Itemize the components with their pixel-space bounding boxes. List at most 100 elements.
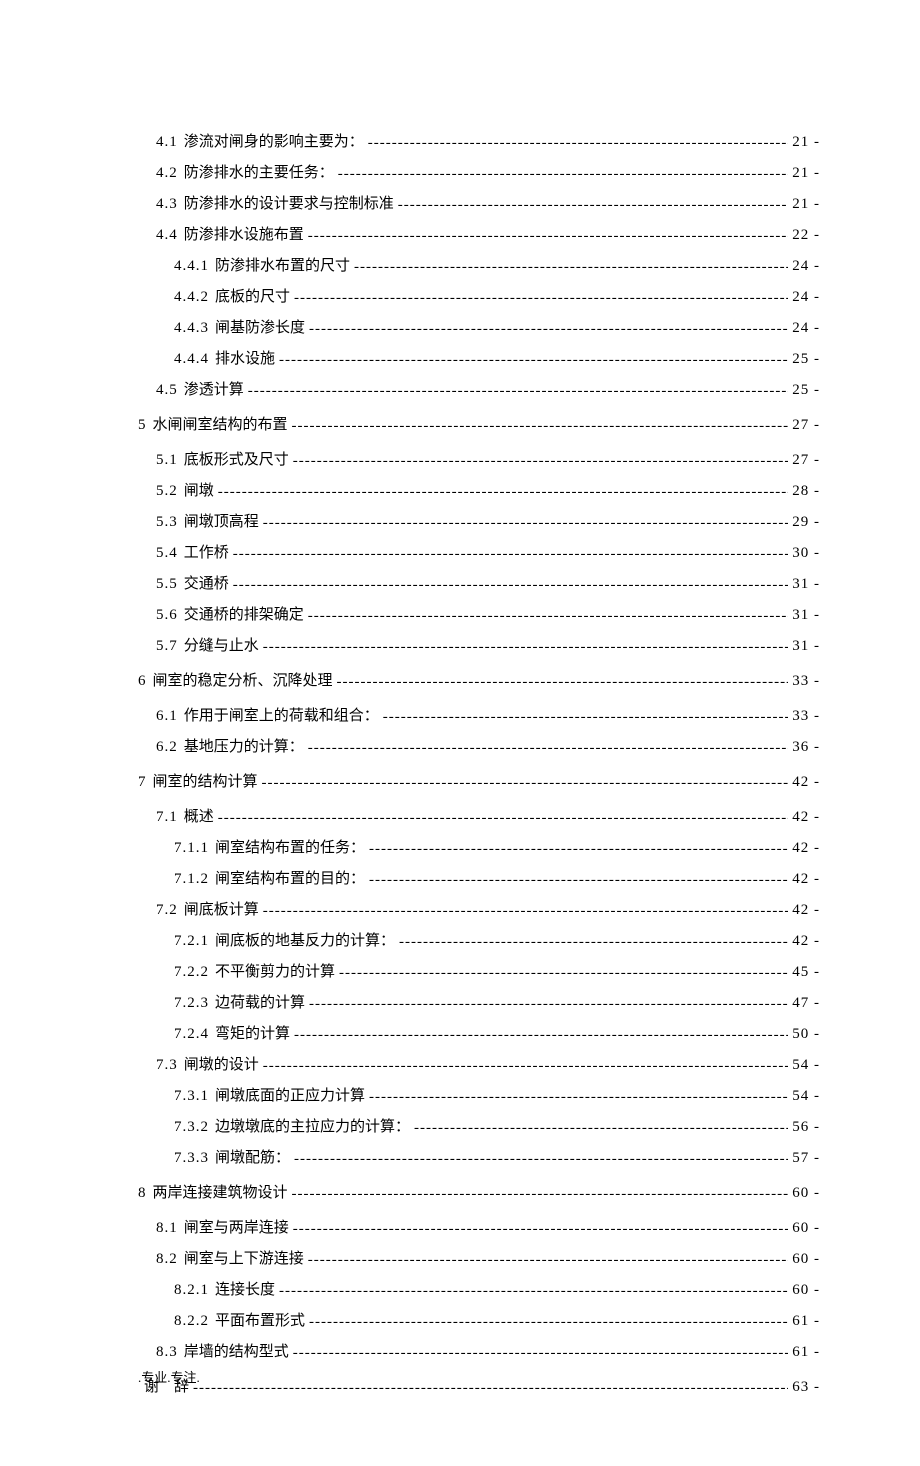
toc-leader: [339, 965, 788, 982]
toc-entry-page: 57 -: [792, 1150, 820, 1167]
toc-entry-title: 排水设施: [215, 347, 275, 368]
toc-entry: 7.2.3边荷载的计算47 -: [138, 991, 820, 1012]
toc-entry-number: 4.4.3: [174, 320, 209, 337]
toc-entry: 5.3 闸墩顶高程 29 -: [138, 510, 820, 531]
toc-entry-title: 闸室结构布置的目的：: [215, 867, 365, 888]
toc-entry-title: 工作桥: [184, 541, 229, 562]
toc-entry-page: 60 -: [792, 1251, 820, 1268]
toc-entry-page: 60 -: [792, 1185, 820, 1202]
toc-entry-page: 31 -: [792, 607, 820, 624]
toc-entry-number: 7.1.2: [174, 871, 209, 888]
toc-entry-title: 防渗排水布置的尺寸: [215, 254, 350, 275]
toc-entry: 5.4 工作桥 30 -: [138, 541, 820, 562]
toc-entry-number: 6.2: [156, 739, 178, 756]
toc-entry: 7.1.1闸室结构布置的任务：42 -: [138, 836, 820, 857]
toc-entry-title: 两岸连接建筑物设计: [153, 1181, 288, 1202]
toc-leader: [292, 418, 789, 435]
toc-entry-page: 42 -: [792, 809, 820, 826]
toc-entry-title: 闸墩: [184, 479, 214, 500]
toc-leader: [233, 577, 788, 594]
toc-leader: [293, 1345, 788, 1362]
toc-entry-page: 25 -: [792, 351, 820, 368]
toc-entry-title: 闸墩底面的正应力计算: [215, 1084, 365, 1105]
toc-entry-number: 7.2.3: [174, 995, 209, 1012]
toc-entry-number: 4.2: [156, 165, 178, 182]
toc-entry-page: 36 -: [792, 739, 820, 756]
toc-entry-page: 33 -: [792, 673, 820, 690]
toc-leader: [368, 135, 788, 152]
toc-entry-page: 24 -: [792, 320, 820, 337]
toc-entry-title: 防渗排水的设计要求与控制标准: [184, 192, 394, 213]
toc-entry-page: 27 -: [792, 452, 820, 469]
toc-leader: [309, 1314, 788, 1331]
toc-leader: [294, 1151, 788, 1168]
toc-entry-number: 4.1: [156, 134, 178, 151]
toc-entry-title: 边墩墩底的主拉应力的计算：: [215, 1115, 410, 1136]
toc-entry-number: 7.1.1: [174, 840, 209, 857]
toc-leader: [354, 259, 788, 276]
toc-leader: [337, 674, 789, 691]
toc-entry-number: 5.7: [156, 638, 178, 655]
toc-entry-title: 不平衡剪力的计算: [215, 960, 335, 981]
toc-entry-number: 4.4.2: [174, 289, 209, 306]
toc-leader: [383, 709, 788, 726]
toc-leader: [308, 1252, 788, 1269]
toc-entry: 8.2.2平面布置形式61 -: [138, 1309, 820, 1330]
toc-entry-title: 渗透计算: [184, 378, 244, 399]
toc-leader: [338, 166, 788, 183]
toc-entry-number: 5.3: [156, 514, 178, 531]
toc-leader: [308, 608, 788, 625]
toc-entry-number: 5.4: [156, 545, 178, 562]
toc-entry-number: 7.3.1: [174, 1088, 209, 1105]
toc-entry-title: 闸墩配筋：: [215, 1146, 290, 1167]
toc-entry: 4.2防渗排水的主要任务：21 -: [138, 161, 820, 182]
toc-leader: [248, 383, 788, 400]
toc-entry-title: 闸室与两岸连接: [184, 1216, 289, 1237]
toc-entry-page: 47 -: [792, 995, 820, 1012]
toc-entry-page: 54 -: [792, 1088, 820, 1105]
toc-entry-number: 8.2.2: [174, 1313, 209, 1330]
toc-leader: [279, 1283, 788, 1300]
toc-entry-page: 61 -: [792, 1313, 820, 1330]
toc-entry-page: 60 -: [792, 1220, 820, 1237]
toc-entry: 6.1作用于闸室上的荷载和组合：33 -: [138, 704, 820, 725]
toc-entry-page: 56 -: [792, 1119, 820, 1136]
toc-entry-number: 6: [138, 673, 147, 690]
toc-entry: 7.2.1闸底板的地基反力的计算：42 -: [138, 929, 820, 950]
toc-entry-page: 42 -: [792, 933, 820, 950]
toc-leader: [369, 1089, 788, 1106]
toc-entry-number: 8.2.1: [174, 1282, 209, 1299]
toc-leader: [294, 1027, 788, 1044]
toc-entry: 4.3防渗排水的设计要求与控制标准21 -: [138, 192, 820, 213]
toc-entry: 7.2闸底板计算42 -: [138, 898, 820, 919]
toc-entry-page: 24 -: [792, 258, 820, 275]
toc-entry-page: 24 -: [792, 289, 820, 306]
toc-entry: 5.5交通桥31 -: [138, 572, 820, 593]
toc-entry-number: 7.2.2: [174, 964, 209, 981]
toc-entry: 7.1概述42 -: [138, 805, 820, 826]
toc-entry-title: 连接长度: [215, 1278, 275, 1299]
toc-entry: 6.2基地压力的计算：36 -: [138, 735, 820, 756]
toc-entry: 7.1.2闸室结构布置的目的：42 -: [138, 867, 820, 888]
toc-entry-number: 7.3.2: [174, 1119, 209, 1136]
toc-entry-page: 42 -: [792, 774, 820, 791]
toc-leader: [218, 810, 788, 827]
toc-entry: 7.2.2不平衡剪力的计算45 -: [138, 960, 820, 981]
toc-entry: 5水闸闸室结构的布置27 -: [138, 413, 820, 434]
toc-entry-title: 水闸闸室结构的布置: [153, 413, 288, 434]
toc-entry-title: 交通桥: [184, 572, 229, 593]
toc-leader: [293, 453, 788, 470]
toc-leader: [309, 321, 788, 338]
toc-entry-number: 4.3: [156, 196, 178, 213]
toc-entry-title: 分缝与止水: [184, 634, 259, 655]
toc-entry-page: 30 -: [792, 545, 820, 562]
toc-entry-number: 8.2: [156, 1251, 178, 1268]
toc-entry-page: 28 -: [792, 483, 820, 500]
toc-entry-title: 交通桥的排架确定: [184, 603, 304, 624]
toc-leader: [292, 1186, 789, 1203]
toc-entry-page: 50 -: [792, 1026, 820, 1043]
toc-entry-title: 闸墩顶高程: [184, 510, 259, 531]
toc-entry-page: 29 -: [792, 514, 820, 531]
toc-entry-page: 31 -: [792, 638, 820, 655]
toc-entry-number: 4.4.4: [174, 351, 209, 368]
